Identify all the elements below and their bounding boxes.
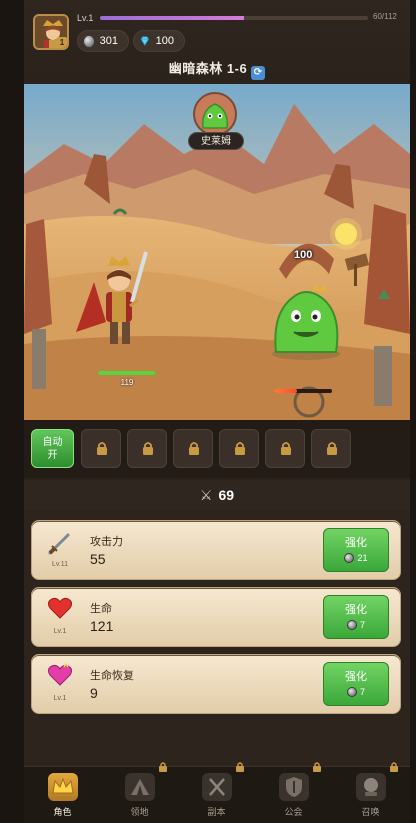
upgrade-cost-value: 7 <box>359 687 365 697</box>
stat-level: Lv.1 <box>53 695 67 702</box>
player-avatar[interactable]: 1 <box>33 14 69 50</box>
right-border <box>410 0 416 823</box>
lock-icon <box>327 442 337 455</box>
lock-icon <box>281 442 291 455</box>
damage-number: 100 <box>294 249 313 261</box>
lock-icon <box>235 442 245 455</box>
tent-icon <box>124 773 155 801</box>
lock-icon <box>313 762 321 772</box>
stat-value: 55 <box>90 551 106 567</box>
lock-icon <box>189 442 199 455</box>
refresh-icon[interactable]: ⟳ <box>251 66 266 80</box>
silver-coin-icon <box>346 687 357 697</box>
crown-icon <box>47 773 78 801</box>
nav-summon[interactable]: 召唤 <box>332 762 409 823</box>
upgrade-health-button[interactable]: 强化 7 <box>323 595 389 639</box>
lock-icon <box>143 442 153 455</box>
upgrade-attack-button[interactable]: 强化 21 <box>323 528 389 572</box>
upgrade-label: 强化 <box>345 604 367 616</box>
enemy-hp-fill <box>274 389 298 393</box>
nav-territory[interactable]: 领地 <box>101 762 178 823</box>
gem-amount: 100 <box>155 35 174 47</box>
lock-icon <box>236 762 244 772</box>
auto-label: 自动 <box>42 437 63 448</box>
nav-character[interactable]: 角色 <box>24 767 101 823</box>
nav-label: 召唤 <box>361 807 380 817</box>
lock-icon <box>97 442 107 455</box>
auto-state-label: 开 <box>47 450 58 461</box>
summon-orb-icon <box>355 773 386 801</box>
battle-scene: 史莱姆 100 119 <box>24 84 410 420</box>
stat-card-regen: Lv.1 生命恢复 9 强化 7 <box>31 654 401 714</box>
nav-label: 副本 <box>207 807 226 817</box>
stat-value: 121 <box>90 618 114 634</box>
stat-name: 生命 <box>90 603 112 615</box>
diamond-icon <box>140 36 150 47</box>
stat-card-attack: Lv.11 攻击力 55 强化 21 <box>31 520 401 580</box>
upgrade-cost-value: 21 <box>357 553 368 563</box>
nav-dungeon[interactable]: 副本 <box>178 762 255 823</box>
xp-bar-fill <box>100 16 244 20</box>
upgrade-cost: 7 <box>324 620 388 630</box>
sword-icon <box>44 529 76 559</box>
skill-slot-locked[interactable] <box>311 429 351 468</box>
nav-label: 公会 <box>284 807 303 817</box>
shield-icon <box>278 773 309 801</box>
crossed-swords-icon: ⚔ <box>199 487 213 503</box>
enemy-name-label: 史莱姆 <box>188 132 244 150</box>
silver-coin-icon <box>346 620 357 630</box>
upgrade-cost: 21 <box>324 553 388 563</box>
gem-currency[interactable]: 100 <box>133 30 185 52</box>
left-border <box>0 0 24 823</box>
stat-name: 生命恢复 <box>90 670 134 682</box>
hero-hp-bar <box>98 371 156 375</box>
game-frame: 1 Lv.1 60/112 301 100 幽暗森林 1-6 ⟳ 史莱姆 100… <box>24 0 410 823</box>
skill-slot-locked[interactable] <box>265 429 305 468</box>
hero-hp-value: 119 <box>120 378 134 387</box>
stat-panel: Lv.11 攻击力 55 强化 21 Lv.1 生命 121 强化 7 Lv.1… <box>24 510 410 766</box>
skill-bar: 自动 开 <box>24 420 410 478</box>
upgrade-regen-button[interactable]: 强化 7 <box>323 662 389 706</box>
upgrade-label: 强化 <box>345 671 367 683</box>
slime-portrait-icon <box>202 103 228 129</box>
enemy-hp-bar <box>274 389 332 393</box>
combat-power-value: 69 <box>218 487 235 503</box>
bottom-nav: 角色 领地 副本 公会 召唤 <box>24 762 410 823</box>
lock-icon <box>159 762 167 772</box>
stage-title-text: 幽暗森林 1-6 <box>168 61 248 76</box>
lock-icon <box>390 762 398 772</box>
xp-bar <box>100 16 368 20</box>
stat-value: 9 <box>90 685 98 701</box>
hero-hp-fill <box>98 371 156 375</box>
silver-coin-icon <box>83 34 95 48</box>
nav-guild[interactable]: 公会 <box>255 762 332 823</box>
stat-card-health: Lv.1 生命 121 强化 7 <box>31 587 401 647</box>
heart-icon <box>44 596 76 626</box>
skill-slot-locked[interactable] <box>219 429 259 468</box>
heart-regen-icon <box>44 662 76 693</box>
skill-slot-locked[interactable] <box>81 429 121 468</box>
nav-label: 角色 <box>53 807 72 817</box>
enemy-portrait <box>193 92 237 136</box>
crossed-swords-icon <box>201 773 232 801</box>
combat-power: ⚔ 69 <box>24 480 410 510</box>
skill-slot-locked[interactable] <box>173 429 213 468</box>
upgrade-cost: 7 <box>324 687 388 697</box>
upgrade-cost-value: 7 <box>359 620 365 630</box>
silver-coin-icon <box>344 553 355 563</box>
avatar-level-badge: 1 <box>56 37 67 48</box>
player-level: Lv.1 <box>77 13 94 23</box>
skill-slot-locked[interactable] <box>127 429 167 468</box>
stat-name: 攻击力 <box>90 536 123 548</box>
stat-level: Lv.11 <box>51 561 69 568</box>
nav-label: 领地 <box>130 807 149 817</box>
silver-currency[interactable]: 301 <box>77 30 129 52</box>
stat-level: Lv.1 <box>53 628 67 635</box>
auto-battle-toggle[interactable]: 自动 开 <box>31 429 74 468</box>
upgrade-label: 强化 <box>345 537 367 549</box>
stage-title: 幽暗森林 1-6 ⟳ <box>24 58 410 80</box>
xp-text: 60/112 <box>373 12 397 21</box>
top-header: 1 Lv.1 60/112 301 100 幽暗森林 1-6 ⟳ <box>24 0 410 84</box>
silver-amount: 301 <box>99 35 118 47</box>
